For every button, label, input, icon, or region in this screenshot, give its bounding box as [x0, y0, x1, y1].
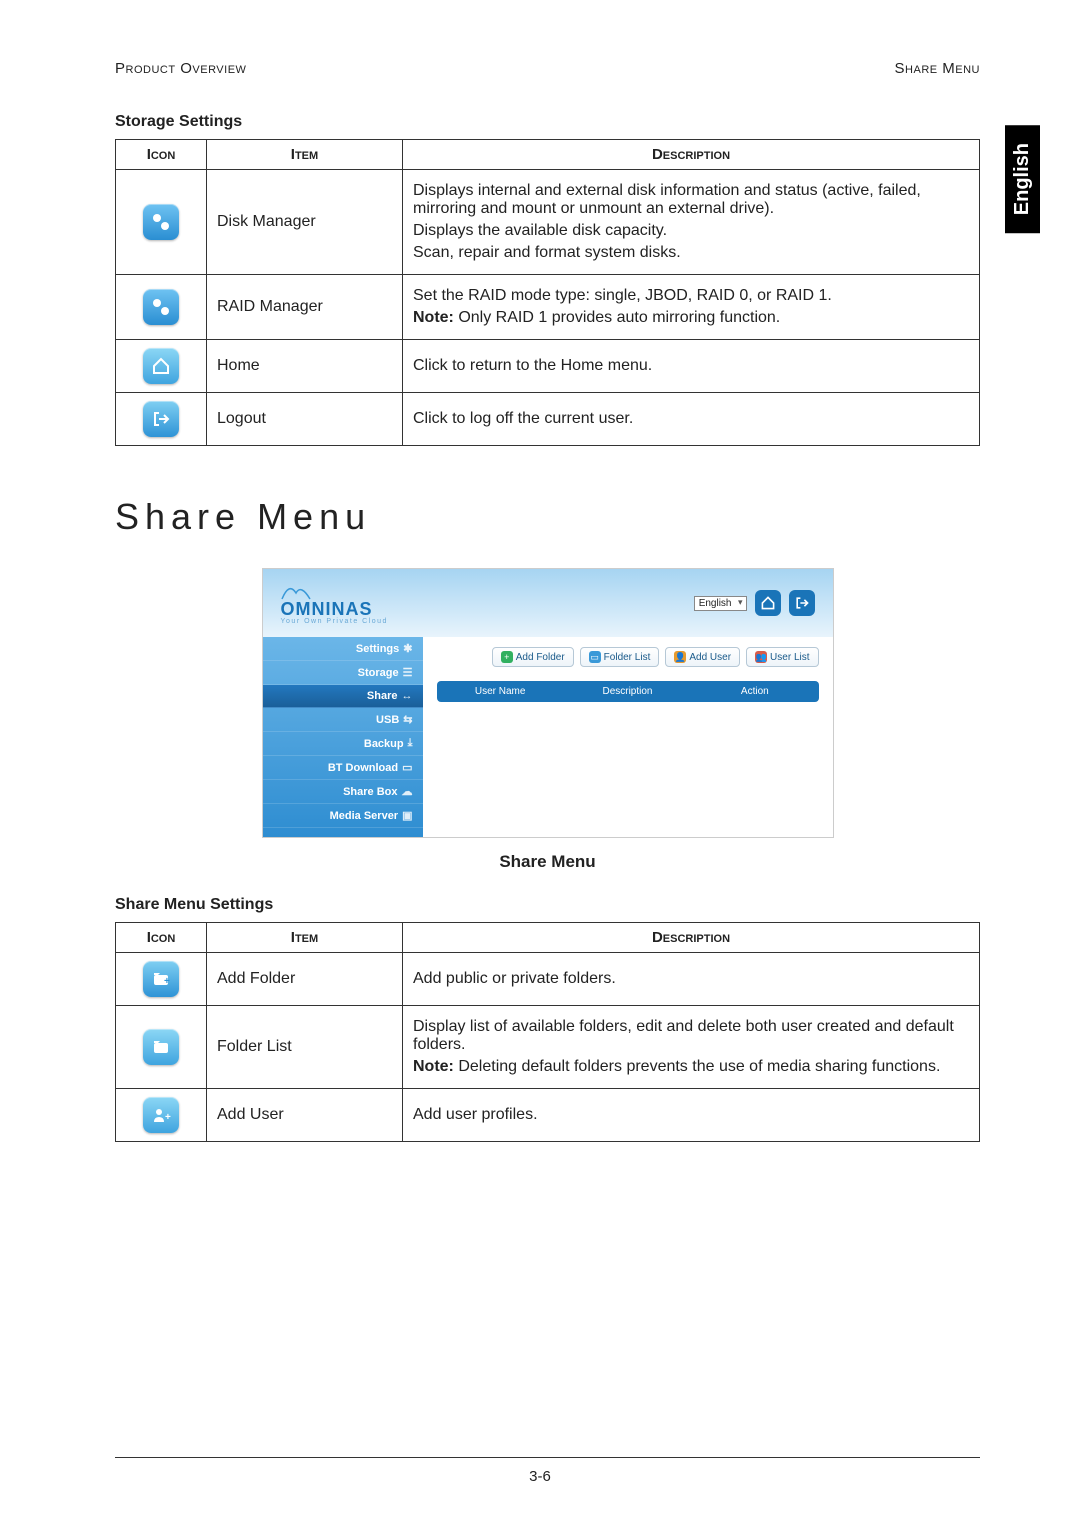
sidebar-item-bt[interactable]: BT Download▭: [263, 756, 423, 780]
sidebar-item-sharebox[interactable]: Share Box☁: [263, 780, 423, 804]
sidebar-item-backup[interactable]: Backup⤓: [263, 732, 423, 756]
col-item: Item: [207, 923, 403, 953]
settings-icon: ✱: [403, 642, 412, 655]
item-desc: Add public or private folders.: [403, 953, 980, 1006]
col-icon: Icon: [116, 140, 207, 170]
table-row: Home Click to return to the Home menu.: [116, 340, 980, 393]
item-label: Add User: [207, 1089, 403, 1142]
col-icon: Icon: [116, 923, 207, 953]
page-number: 3-6: [529, 1468, 551, 1485]
item-desc: Click to return to the Home menu.: [403, 340, 980, 393]
tab-add-folder[interactable]: +Add Folder: [492, 647, 574, 667]
item-desc: Click to log off the current user.: [403, 393, 980, 446]
add-folder-icon: +: [143, 961, 179, 997]
share-menu-screenshot: OMNINAS Your Own Private Cloud English S…: [262, 568, 834, 838]
item-label: RAID Manager: [207, 275, 403, 340]
backup-icon: ⤓: [408, 737, 413, 750]
table-row: RAID Manager Set the RAID mode type: sin…: [116, 275, 980, 340]
folder-list-icon: [143, 1029, 179, 1065]
header-left: Product Overview: [115, 60, 246, 77]
raid-manager-icon: [143, 289, 179, 325]
item-desc: Displays internal and external disk info…: [403, 170, 980, 275]
disk-manager-icon: [143, 204, 179, 240]
col-username: User Name: [437, 686, 564, 697]
col-desc: Description: [403, 923, 980, 953]
storage-settings-heading: Storage Settings: [115, 113, 980, 131]
item-label: Logout: [207, 393, 403, 446]
svg-text:+: +: [165, 1112, 171, 1123]
sidebar-item-share[interactable]: Share↔: [263, 685, 423, 708]
tab-user-list[interactable]: 👥User List: [746, 647, 818, 667]
item-label: Disk Manager: [207, 170, 403, 275]
table-row: + Add Folder Add public or private folde…: [116, 953, 980, 1006]
folder-list-icon: ▭: [589, 651, 601, 663]
logout-icon: [143, 401, 179, 437]
share-menu-heading: Share Menu: [115, 496, 980, 538]
col-description: Description: [564, 686, 691, 697]
item-desc: Add user profiles.: [403, 1089, 980, 1142]
home-icon: [143, 348, 179, 384]
sidebar-item-settings[interactable]: Settings✱: [263, 637, 423, 661]
col-desc: Description: [403, 140, 980, 170]
home-button[interactable]: [755, 590, 781, 616]
col-action: Action: [691, 686, 818, 697]
table-row: Folder List Display list of available fo…: [116, 1006, 980, 1089]
sidebar-item-media[interactable]: Media Server▣: [263, 804, 423, 828]
sidebar-item-usb[interactable]: USB⇆: [263, 708, 423, 732]
col-item: Item: [207, 140, 403, 170]
add-user-icon: 👤: [674, 651, 686, 663]
media-icon: ▣: [402, 809, 412, 822]
storage-icon: ☰: [403, 666, 413, 679]
share-menu-settings-heading: Share Menu Settings: [115, 896, 980, 914]
logout-button[interactable]: [789, 590, 815, 616]
item-label: Home: [207, 340, 403, 393]
svg-text:+: +: [164, 976, 170, 987]
add-user-icon: +: [143, 1097, 179, 1133]
item-label: Folder List: [207, 1006, 403, 1089]
language-select[interactable]: English: [694, 596, 747, 611]
table-row: Logout Click to log off the current user…: [116, 393, 980, 446]
table-row: + Add User Add user profiles.: [116, 1089, 980, 1142]
figure-caption: Share Menu: [115, 852, 980, 872]
item-label: Add Folder: [207, 953, 403, 1006]
item-desc: Display list of available folders, edit …: [403, 1006, 980, 1089]
sidebar-item-storage[interactable]: Storage☰: [263, 661, 423, 685]
item-desc: Set the RAID mode type: single, JBOD, RA…: [403, 275, 980, 340]
user-list-icon: 👥: [755, 651, 767, 663]
brand-logo: OMNINAS Your Own Private Cloud: [281, 582, 388, 625]
table-row: Disk Manager Displays internal and exter…: [116, 170, 980, 275]
share-menu-settings-table: Icon Item Description + Add Folder Add p…: [115, 922, 980, 1142]
share-icon: ↔: [402, 690, 413, 702]
sharebox-icon: ☁: [402, 785, 413, 798]
sidebar: Settings✱ Storage☰ Share↔ USB⇆ Backup⤓ B…: [263, 637, 423, 837]
bt-icon: ▭: [402, 761, 412, 774]
storage-settings-table: Icon Item Description Disk Manager Displ…: [115, 139, 980, 446]
tab-folder-list[interactable]: ▭Folder List: [580, 647, 660, 667]
add-folder-icon: +: [501, 651, 513, 663]
grid-header: User Name Description Action: [437, 681, 819, 702]
usb-icon: ⇆: [403, 713, 412, 726]
language-tab: English: [1005, 125, 1040, 233]
tab-add-user[interactable]: 👤Add User: [665, 647, 740, 667]
header-right: Share Menu: [895, 60, 980, 77]
